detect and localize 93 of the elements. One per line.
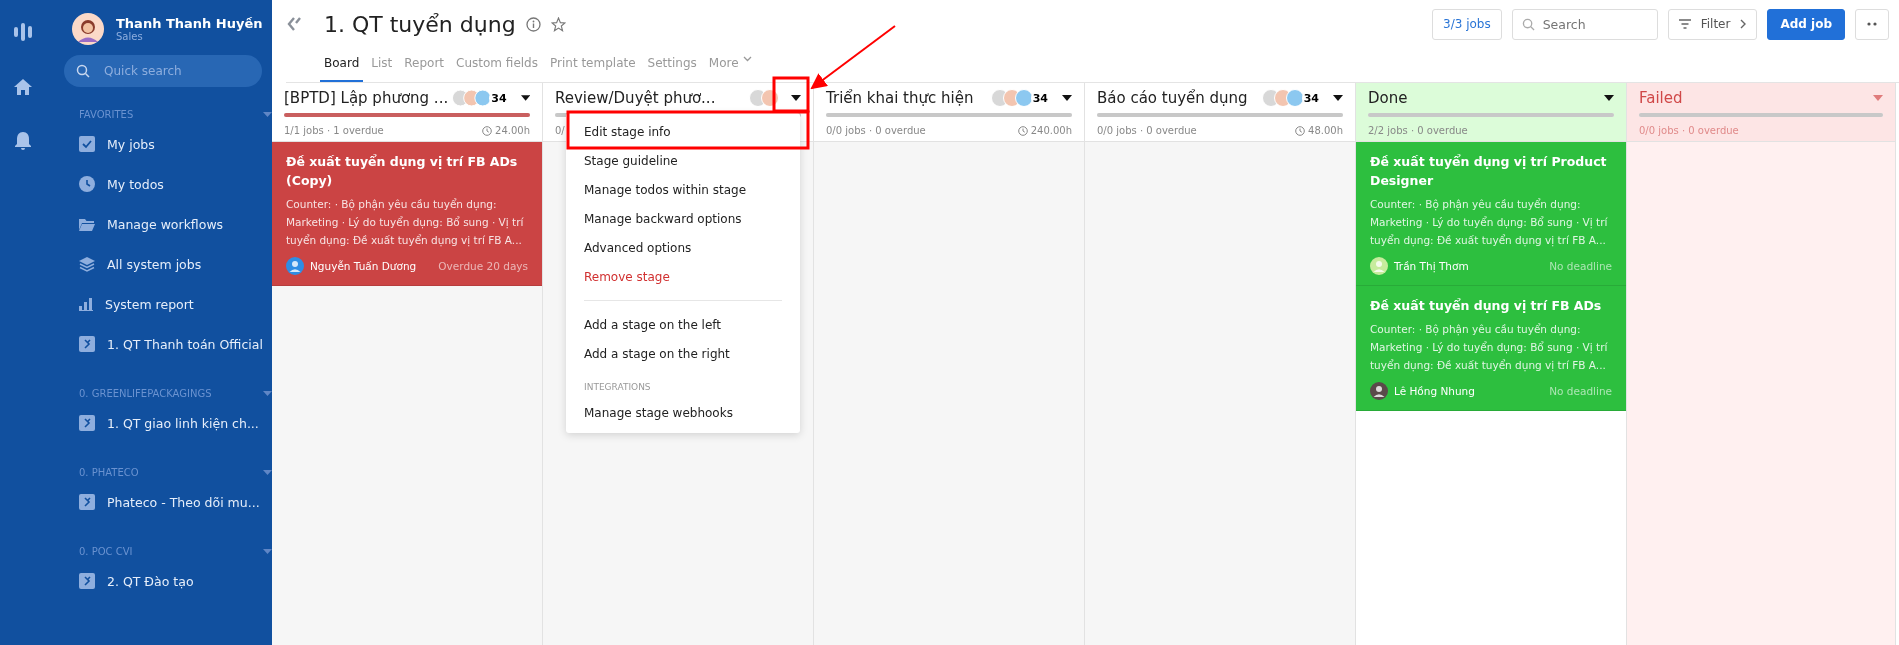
stage-duration: 48.00h [1295,125,1343,136]
menu-item[interactable]: Manage backward options [566,204,800,233]
menu-item[interactable]: Manage todos within stage [566,175,800,204]
menu-item[interactable]: Advanced options [566,233,800,262]
job-description: Counter: · Bộ phận yêu cầu tuyển dụng: Marketing · Lý do tuyển dụng: Bổ sung · Vị trí tuyển dụng: Đề xuất tuyển dụng vị trí FB A... [286,197,525,249]
assignee-name: Lê Hồng Nhung [1394,385,1476,397]
bar-chart-icon [79,297,93,311]
folder-icon [79,217,95,231]
job-description: Counter: · Bộ phận yêu cầu tuyển dụng: Marketing · Lý do tuyển dụng: Bổ sung · Vị trí tuyển dụng: Đề xuất tuyển dụng vị trí FB A... [1370,197,1609,249]
section-title: FAVORITES [79,109,134,120]
menu-item[interactable]: Manage stage webhooks [566,398,800,427]
workflow-icon [286,15,304,33]
stage-title: [BPTD] Lập phương ... [284,89,449,107]
layers-icon [79,256,95,272]
search-icon [76,64,90,78]
assignee-name: Trần Thị Thơm [1394,260,1470,272]
job-card[interactable] [272,142,542,286]
due-status: No deadline [1549,385,1612,397]
sidebar-item[interactable]: All system jobs [64,244,272,284]
job-title: Đề xuất tuyển dụng vị trí FB ADs [1370,297,1603,315]
user-role: Sales [116,31,144,42]
menu-item[interactable]: Add a stage on the right [566,339,800,368]
section-title: 0. POC CVI [79,546,133,557]
sidebar-item[interactable]: My jobs [64,124,272,164]
clock-icon [1017,125,1028,136]
caret-icon[interactable] [791,95,801,101]
sidebar-item[interactable]: System report [64,284,272,324]
section-title: 0. GREENLIFEPACKAGINGS [79,388,212,399]
filter-button[interactable]: Filter [1667,8,1758,40]
stage-stats: 0/ [555,125,565,136]
clock-icon [79,176,95,192]
clock-icon [1295,125,1306,136]
more-icon [1867,22,1877,26]
stage-stats: 0/0 jobs · 0 overdue [1097,125,1197,136]
menu-heading: INTEGRATIONS [583,381,652,394]
assignee-avatar [286,257,304,275]
chevron-icon [1740,19,1747,29]
search-field[interactable]: Search [1511,8,1658,40]
add-job-button[interactable]: Add job [1767,8,1845,40]
job-title: Đề xuất tuyển dụng vị trí FB ADs (Copy) [286,153,519,190]
search-icon [1521,17,1535,31]
stage-title: Review/Duyệt phươ... [555,89,717,107]
quick-search-field[interactable]: Quick search [64,55,262,87]
section-title: 0. PHATECO [79,467,139,478]
info-icon[interactable] [525,16,541,32]
sidebar-item[interactable]: Manage workflows [64,204,272,244]
workflow-icon [79,494,95,510]
workflow-icon [79,573,95,589]
stage-title: Báo cáo tuyển dụng [1097,89,1249,107]
menu-item[interactable]: Remove stage [566,262,800,291]
sidebar-item[interactable]: Phateco - Theo dõi mu... [64,482,272,522]
chevron-down-icon [742,56,752,62]
stage-stats: 1/1 jobs · 1 overdue [284,125,384,136]
assignee-avatar [1370,382,1388,400]
menu-item[interactable]: Edit stage info [566,117,800,146]
menu-item[interactable]: Stage guideline [566,146,800,175]
home-icon[interactable] [13,78,33,96]
stage-title: Done [1368,89,1409,107]
sidebar-item[interactable]: 1. QT Thanh toán Official [64,324,272,364]
caret-icon[interactable] [1062,95,1072,101]
menu-item[interactable]: Add a stage on the left [566,310,800,339]
clock-icon [482,125,493,136]
sidebar-item[interactable]: My todos [64,164,272,204]
member-avatars[interactable] [749,89,779,107]
user-name: Thanh Thanh Huyền [116,16,263,31]
workflow-icon [79,415,95,431]
workflow-icon [79,336,95,352]
sidebar-item[interactable]: 1. QT giao linh kiện ch... [64,403,272,443]
page-title: 1. QT tuyển dụng [324,11,516,37]
caret-icon[interactable] [1604,95,1614,101]
stage-duration: 24.00h [482,125,530,136]
avatar[interactable] [72,13,104,45]
due-status: Overdue 20 days [438,260,528,272]
stage-stats: 0/0 jobs · 0 overdue [1639,125,1739,136]
bell-icon[interactable] [14,131,32,151]
assignee-name: Nguyễn Tuấn Dương [310,260,418,272]
assignee-avatar [1370,257,1388,275]
jobs-count-button[interactable]: 3/3 jobs [1432,8,1502,40]
due-status: No deadline [1549,260,1612,272]
stage-title: Triển khai thực hiện [826,89,975,107]
logo-icon[interactable] [12,21,34,43]
stage-stats: 2/2 jobs · 0 overdue [1368,125,1468,136]
star-icon[interactable] [550,16,566,32]
checkbox-icon [79,136,95,152]
caret-icon[interactable] [1333,95,1343,101]
job-title: Đề xuất tuyển dụng vị trí Product Designer [1370,153,1608,190]
stage-title: Failed [1639,89,1684,107]
stage-duration: 240.00h [1017,125,1072,136]
sidebar-item[interactable]: 2. QT Đào tạo [64,561,272,601]
stage-stats: 0/0 jobs · 0 overdue [826,125,926,136]
filter-icon [1678,19,1691,29]
job-description: Counter: · Bộ phận yêu cầu tuyển dụng: Marketing · Lý do tuyển dụng: Bổ sung · Vị trí tuyển dụng: Đề xuất tuyển dụng vị trí FB A... [1370,322,1609,374]
caret-icon[interactable] [520,95,530,101]
